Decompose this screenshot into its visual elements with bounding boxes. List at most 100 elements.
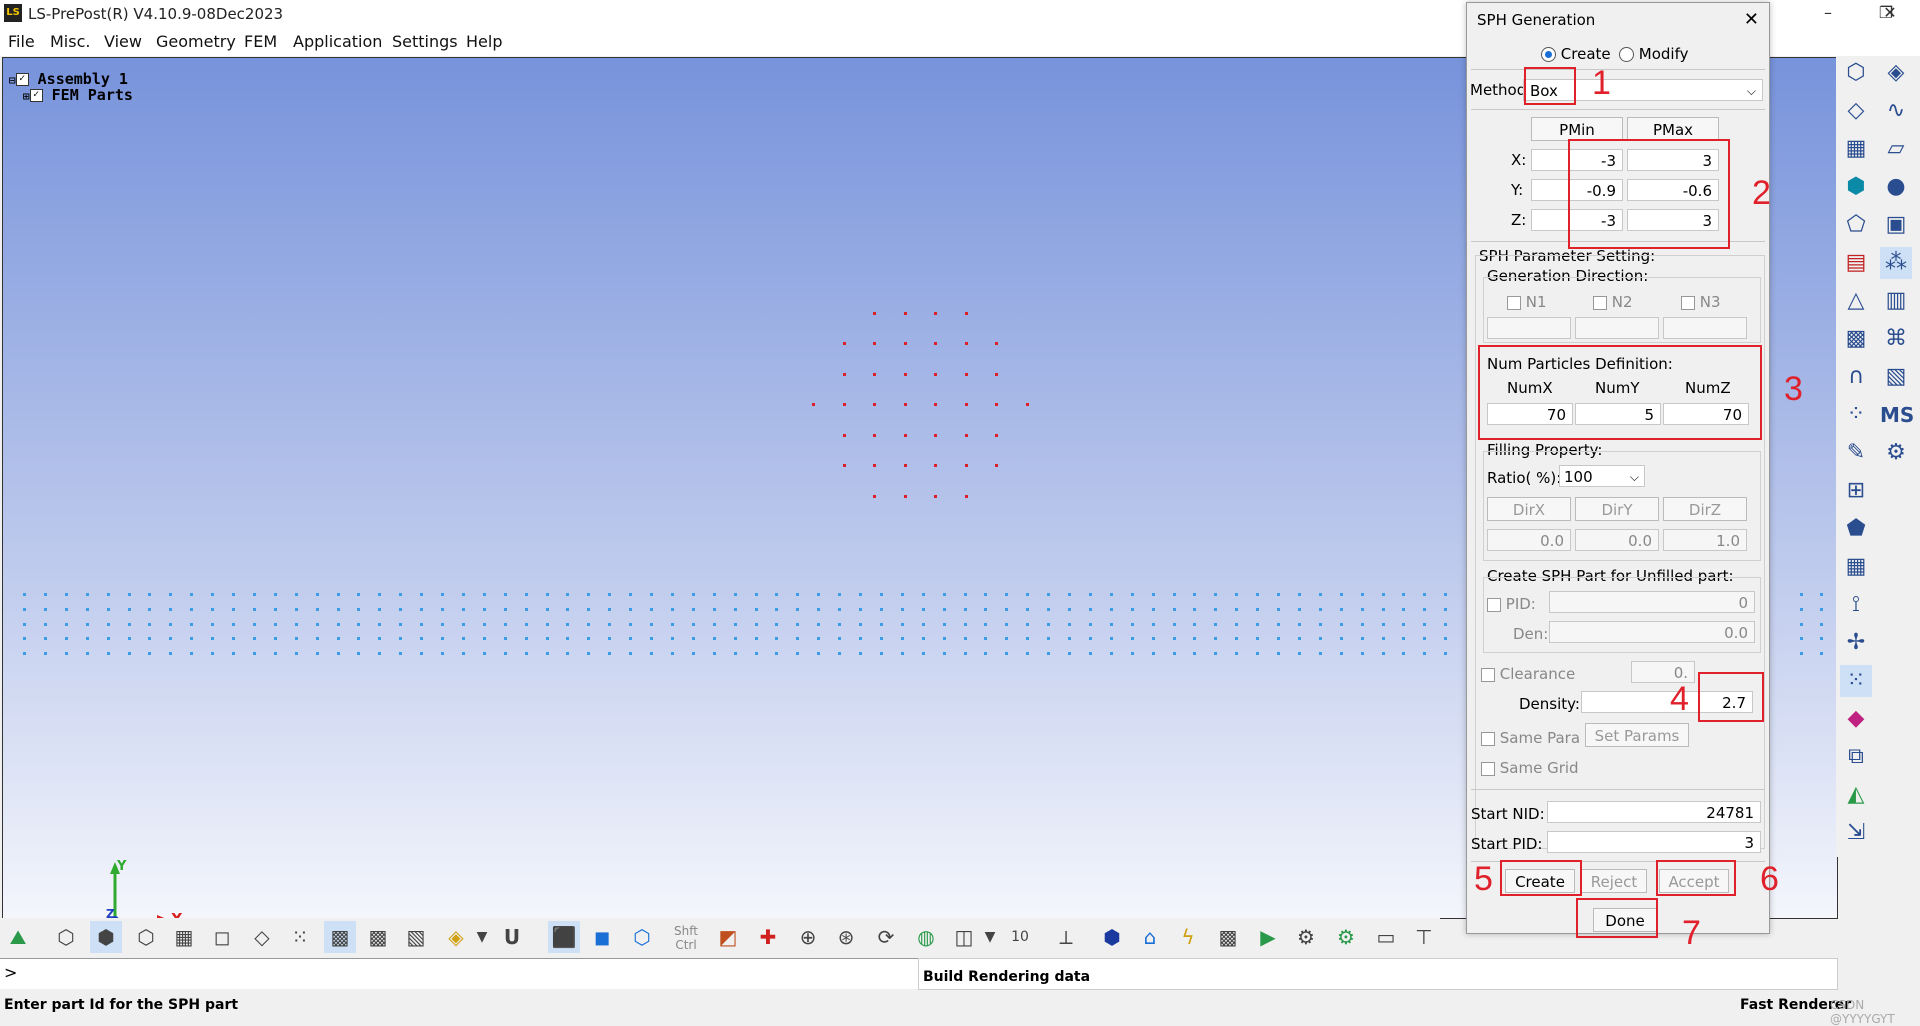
create-radio-icon[interactable] — [1541, 47, 1556, 62]
pencil-icon[interactable]: ✎ — [1840, 437, 1872, 469]
home-icon[interactable]: ⌂ — [1134, 921, 1166, 953]
lattice-icon[interactable]: ▩ — [1840, 323, 1872, 355]
same-grid-checkbox[interactable]: Same Grid — [1481, 759, 1579, 777]
shade-cube-icon[interactable]: ⬢ — [90, 921, 122, 953]
rotate-icon[interactable]: ⟳ — [870, 921, 902, 953]
n3-checkbox[interactable]: N3 — [1681, 293, 1721, 311]
u-button[interactable]: U — [496, 921, 528, 953]
nodes-icon[interactable]: ⁘ — [1840, 399, 1872, 431]
polygon-icon[interactable]: ⬠ — [1840, 209, 1872, 241]
fem-parts-checkbox-icon[interactable]: ✓ — [29, 89, 43, 102]
start-pid-field[interactable]: 3 — [1547, 831, 1761, 853]
zoom-in-icon[interactable]: ⊕ — [792, 921, 824, 953]
box-icon[interactable]: ▣ — [1880, 209, 1912, 241]
contour-icon[interactable]: ◈ — [440, 921, 472, 953]
n3-checkbox-icon[interactable] — [1681, 295, 1695, 310]
modify-radio[interactable]: Modify — [1619, 45, 1688, 63]
mesh-cube-icon[interactable]: ▦ — [168, 921, 200, 953]
menu-application[interactable]: Application — [293, 32, 382, 51]
menu-geometry[interactable]: Geometry — [156, 32, 236, 51]
pmin-button[interactable]: PMin — [1531, 117, 1623, 141]
dirx-field[interactable]: 0.0 — [1487, 529, 1571, 551]
ms-grid-icon[interactable]: ⧉ — [1840, 741, 1872, 773]
pid-checkbox[interactable]: PID: — [1487, 595, 1536, 613]
sphere-icon[interactable]: ● — [1880, 171, 1912, 203]
set-params-button[interactable]: Set Params — [1585, 723, 1689, 747]
menu-help[interactable]: Help — [466, 32, 502, 51]
grid-icon[interactable]: ▤ — [1840, 247, 1872, 279]
contour-dropdown-icon[interactable]: ▼ — [472, 921, 492, 953]
clearance-checkbox[interactable]: Clearance — [1481, 665, 1575, 683]
dirz-button[interactable]: DirZ — [1663, 497, 1747, 521]
eraser-icon[interactable]: ◩ — [712, 921, 744, 953]
diry-field[interactable]: 0.0 — [1575, 529, 1659, 551]
table-icon[interactable]: ▥ — [1880, 285, 1912, 317]
pid-checkbox-icon[interactable] — [1487, 597, 1501, 612]
menu-file[interactable]: File — [8, 32, 35, 51]
ms-icon[interactable]: MS — [1880, 399, 1914, 431]
center-icon[interactable]: ✚ — [752, 921, 784, 953]
point-cloud-icon[interactable]: ⁙ — [284, 921, 316, 953]
menu-fem[interactable]: FEM — [244, 32, 277, 51]
box-view-icon[interactable]: ◼ — [586, 921, 618, 953]
pid-field[interactable]: 0 — [1549, 591, 1755, 613]
create-radio[interactable]: Create — [1541, 45, 1611, 63]
command-line[interactable]: > — [0, 958, 918, 989]
gears-icon[interactable]: ⚙ — [1290, 921, 1322, 953]
n2-checkbox[interactable]: N2 — [1593, 293, 1633, 311]
green-gear-icon[interactable]: ⚙ — [1330, 921, 1362, 953]
fringe-cube-icon[interactable]: ▧ — [400, 921, 432, 953]
start-nid-field[interactable]: 24781 — [1547, 801, 1761, 823]
tree-row-fem-parts[interactable]: ⊞ ✓ FEM Parts — [23, 86, 133, 104]
shape-icon[interactable]: ⬟ — [1840, 513, 1872, 545]
hierarchy-icon[interactable]: ⊤ — [1408, 921, 1440, 953]
solid-icon[interactable]: ⬢ — [1840, 171, 1872, 203]
color-cube-icon[interactable]: ◆ — [1840, 703, 1872, 735]
n2-field[interactable] — [1575, 317, 1659, 339]
n1-checkbox[interactable]: N1 — [1507, 293, 1547, 311]
magnet-icon[interactable]: ∩ — [1840, 361, 1872, 393]
wire-cube-icon[interactable]: ⬡ — [50, 921, 82, 953]
globe-icon[interactable]: ◍ — [910, 921, 942, 953]
menu-settings[interactable]: Settings — [392, 32, 458, 51]
chart-icon[interactable]: ▭ — [1370, 921, 1402, 953]
layers-icon[interactable]: ◭ — [1840, 779, 1872, 811]
map-icon[interactable]: ⛰ — [2, 921, 34, 953]
same-grid-checkbox-icon[interactable] — [1481, 761, 1495, 776]
sph-tool-icon[interactable]: ⁂ — [1880, 247, 1912, 279]
dialog-close-icon[interactable]: ✕ — [1744, 9, 1759, 30]
particles-icon[interactable]: ⁙ — [1840, 665, 1872, 697]
axes-icon[interactable]: ⟂ — [1050, 921, 1082, 953]
menu-view[interactable]: View — [104, 32, 142, 51]
clearance-checkbox-icon[interactable] — [1481, 667, 1495, 682]
n2-checkbox-icon[interactable] — [1593, 295, 1607, 310]
same-para-checkbox-icon[interactable] — [1481, 731, 1495, 746]
minimize-button[interactable]: – — [1808, 3, 1848, 22]
checker-icon[interactable]: ▩ — [1212, 921, 1244, 953]
skeleton-icon[interactable]: ⟟ — [1840, 589, 1872, 621]
den-field[interactable]: 0.0 — [1549, 621, 1755, 643]
settings-list-icon[interactable]: ⚙ — [1880, 437, 1912, 469]
outline-cube-icon[interactable]: ◻ — [206, 921, 238, 953]
geometry-tool-icon[interactable]: ◈ — [1880, 57, 1912, 89]
pmax-button[interactable]: PMax — [1627, 117, 1719, 141]
move-icon[interactable]: ⇲ — [1840, 817, 1872, 849]
dense-cube-icon[interactable]: ▩ — [362, 921, 394, 953]
cross-icon[interactable]: ✢ — [1840, 627, 1872, 659]
hidden-cube-icon[interactable]: ⬡ — [130, 921, 162, 953]
assembly-checkbox-icon[interactable]: ✓ — [15, 73, 29, 86]
ratio-select[interactable]: 100 ⌵ — [1559, 465, 1645, 487]
triangle-mesh-icon[interactable]: △ — [1840, 285, 1872, 317]
edge-cube-icon[interactable]: ◇ — [246, 921, 278, 953]
zoom-fit-icon[interactable]: ⊛ — [830, 921, 862, 953]
cube-view-icon[interactable]: ⬡ — [626, 921, 658, 953]
menu-misc[interactable]: Misc. — [50, 32, 90, 51]
close-window-button[interactable]: ✕ — [1870, 3, 1910, 22]
grid-cube-icon[interactable]: ▩ — [324, 921, 356, 953]
shift-ctrl-toggle[interactable]: Shft Ctrl — [670, 924, 702, 956]
mesh-icon[interactable]: ▦ — [1840, 133, 1872, 165]
blue-cube-icon[interactable]: ⬢ — [1096, 921, 1128, 953]
cube-wire-icon[interactable]: ⬡ — [1840, 57, 1872, 89]
n1-checkbox-icon[interactable] — [1507, 295, 1521, 310]
same-para-checkbox[interactable]: Same Para — [1481, 729, 1580, 747]
